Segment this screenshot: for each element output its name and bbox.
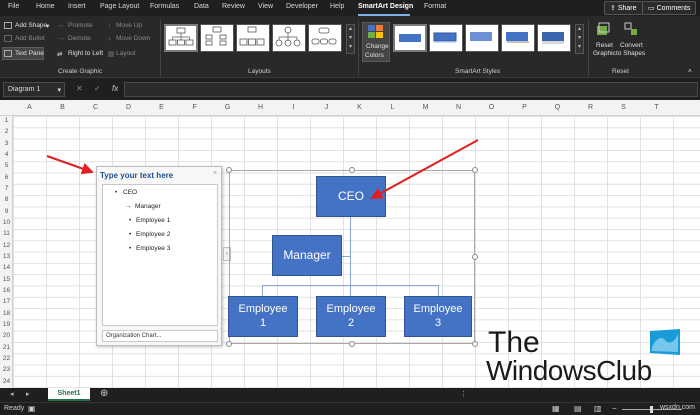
insert-function-icon[interactable]: fx [112, 84, 118, 93]
tab-view[interactable]: View [258, 3, 273, 10]
enter-icon[interactable]: ✓ [94, 84, 101, 93]
group-label-create-graphic: Create Graphic [58, 68, 103, 75]
group-label-reset: Reset [612, 68, 629, 75]
promote-button[interactable]: Promote [68, 22, 93, 29]
layout-thumbnail-4[interactable] [272, 24, 306, 52]
formula-input[interactable] [124, 82, 698, 97]
cancel-icon[interactable]: ✕ [76, 84, 83, 93]
comment-icon: ▭ [648, 5, 655, 12]
add-shape-button[interactable]: Add Shape [15, 22, 47, 29]
right-to-left-button[interactable]: Right to Left [68, 50, 103, 57]
red-arrow-icon [46, 155, 94, 175]
formula-bar: Diagram 1 ▾ ✕ ✓ fx [0, 79, 700, 100]
style-thumbnail-3[interactable] [465, 24, 499, 52]
page-layout-view-icon[interactable]: ▤ [574, 404, 582, 413]
windows-logo-icon [650, 329, 680, 355]
sheet-tab-sheet1[interactable]: Sheet1 [48, 388, 90, 401]
next-sheet-icon[interactable]: ▸ [26, 390, 30, 398]
tab-insert[interactable]: Insert [68, 3, 86, 10]
tab-format[interactable]: Format [424, 3, 446, 10]
sheet-tab-bar: ◂ ▸ Sheet1 ⊕ ⋮ [0, 388, 700, 402]
horizontal-scrollbar[interactable]: ⋮ [460, 390, 467, 398]
name-box[interactable]: Diagram 1 ▾ [3, 82, 65, 97]
demote-button[interactable]: Demote [68, 35, 91, 42]
red-arrow-icon [370, 139, 479, 199]
demote-icon: → [58, 35, 65, 42]
prev-sheet-icon[interactable]: ◂ [10, 390, 14, 398]
watermark-domain: wsxdn.com [660, 404, 696, 411]
tab-file[interactable]: File [8, 3, 19, 10]
move-up-icon: ↑ [108, 22, 112, 29]
move-down-icon: ↓ [108, 35, 112, 42]
ribbon-separator [588, 20, 589, 76]
text-pane-label: Text Pane [15, 50, 44, 57]
move-up-button[interactable]: Move Up [116, 22, 142, 29]
share-icon: ⇪ [610, 5, 616, 12]
styles-gallery-scroll[interactable]: ▴ ▾ ▾ [575, 24, 584, 54]
change-colors-label-2: Colors [365, 52, 384, 59]
ribbon-tabs: File Home Insert Page Layout Formulas Da… [0, 0, 700, 16]
tab-page-layout[interactable]: Page Layout [100, 3, 139, 10]
style-thumbnail-4[interactable] [501, 24, 535, 52]
worksheet[interactable]: A B C D E F G H I J K L M N O P Q R S T … [0, 100, 700, 388]
layout-thumbnail-1[interactable] [164, 24, 198, 52]
convert-to-shapes-button[interactable]: Convert [620, 42, 643, 49]
chevron-down-icon: ▾ [46, 23, 50, 30]
change-colors-label-1: Change [366, 43, 389, 50]
text-pane-icon [4, 50, 12, 57]
tab-home[interactable]: Home [36, 3, 55, 10]
zoom-out-icon[interactable]: − [612, 404, 617, 413]
status-ready: Ready [4, 405, 25, 412]
tab-data[interactable]: Data [194, 3, 209, 10]
tab-formulas[interactable]: Formulas [150, 3, 179, 10]
comments-label: Comments [656, 5, 691, 12]
share-button[interactable]: ⇪ Share [604, 1, 643, 15]
reset-graphic-icon [596, 22, 610, 36]
macro-record-icon[interactable]: ▣ [28, 404, 36, 413]
comments-button[interactable]: ▭ Comments [642, 1, 697, 15]
ribbon-separator [358, 20, 359, 76]
style-thumbnail-2[interactable] [429, 24, 463, 52]
promote-icon: ← [58, 22, 65, 29]
group-label-layouts: Layouts [248, 68, 271, 75]
layout-thumbnail-5[interactable] [308, 24, 342, 52]
add-sheet-icon[interactable]: ⊕ [100, 388, 108, 399]
palette-icon [368, 25, 384, 39]
add-bullet-button[interactable]: Add Bullet [15, 35, 45, 42]
zoom-slider-thumb[interactable] [650, 406, 653, 413]
ribbon-separator [160, 20, 161, 76]
add-bullet-icon [4, 35, 12, 42]
tab-review[interactable]: Review [222, 3, 245, 10]
reset-graphic-label-2: Graphic [593, 50, 616, 57]
tab-developer[interactable]: Developer [286, 3, 318, 10]
move-down-button[interactable]: Move Down [116, 35, 150, 42]
status-bar: Ready ▣ ▦ ▤ ▥ − wsxdn.com [0, 402, 700, 415]
convert-to-shapes-label-2: to Shapes [616, 50, 646, 57]
group-label-smartart-styles: SmartArt Styles [455, 68, 501, 75]
layouts-gallery-scroll[interactable]: ▴ ▾ ▾ [346, 24, 355, 54]
style-thumbnail-5[interactable] [537, 24, 571, 52]
annotation-arrows [46, 139, 479, 199]
style-thumbnail-1[interactable] [393, 24, 427, 52]
convert-to-shapes-icon [624, 22, 638, 36]
share-label: Share [617, 5, 637, 12]
collapse-ribbon-icon[interactable]: ˄ [688, 68, 692, 75]
add-shape-icon [4, 22, 12, 29]
ribbon: Add Shape ▾ Add Bullet Text Pane ← Promo… [0, 16, 700, 78]
name-box-value: Diagram 1 [8, 86, 41, 93]
layout-button[interactable]: Layout [116, 50, 136, 57]
page-break-view-icon[interactable]: ▥ [594, 404, 602, 413]
chevron-down-icon: ▾ [57, 87, 61, 94]
normal-view-icon[interactable]: ▦ [552, 404, 560, 413]
watermark-windowsclub: WindowsClub [486, 355, 652, 386]
tab-help[interactable]: Help [330, 3, 344, 10]
layout-thumbnail-3[interactable] [236, 24, 270, 52]
tab-smartart-design[interactable]: SmartArt Design [358, 3, 413, 10]
reset-graphic-button[interactable]: Reset [596, 42, 613, 49]
layout-icon: ▤ [108, 51, 115, 58]
right-to-left-icon: ⇄ [57, 51, 63, 58]
layout-thumbnail-2[interactable] [200, 24, 234, 52]
